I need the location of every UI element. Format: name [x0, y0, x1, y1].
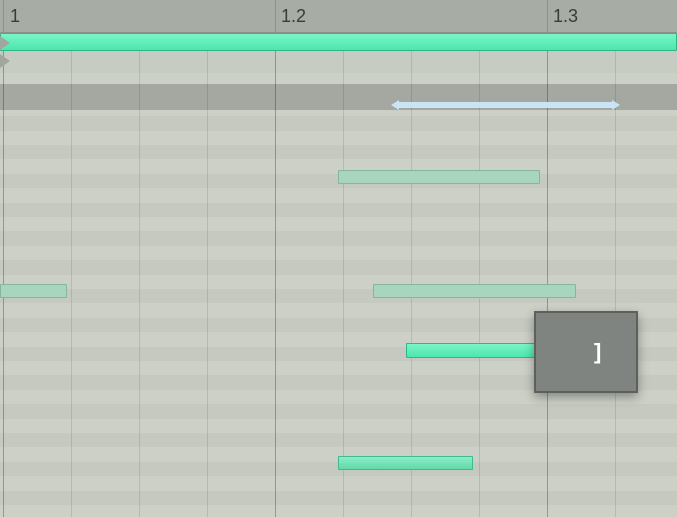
- midi-note-editor[interactable]: ] 1 1.2 1.3: [0, 0, 677, 517]
- loop-brace[interactable]: [399, 102, 612, 108]
- fold-marker-icon[interactable]: [0, 54, 10, 68]
- piano-row: [0, 145, 677, 159]
- midi-note[interactable]: [0, 284, 67, 298]
- piano-row: [0, 404, 677, 418]
- piano-row: [0, 476, 677, 490]
- bracket-end-icon: ]: [594, 341, 601, 363]
- midi-note[interactable]: [338, 170, 540, 184]
- grid-minor-line: [615, 0, 616, 517]
- grid-minor-line: [343, 0, 344, 517]
- ruler-label: 1.2: [281, 6, 306, 27]
- piano-row: [0, 231, 677, 245]
- piano-row: [0, 433, 677, 447]
- grid-minor-line: [411, 0, 412, 517]
- grid-major-line: [275, 0, 276, 517]
- grid-minor-line: [479, 0, 480, 517]
- piano-row: [0, 217, 677, 231]
- grid-major-line: [3, 0, 4, 517]
- piano-row: [0, 203, 677, 217]
- piano-row: [0, 188, 677, 202]
- piano-row: [0, 505, 677, 517]
- piano-row: [0, 116, 677, 130]
- fold-marker-icon[interactable]: [0, 36, 10, 50]
- piano-row: [0, 419, 677, 433]
- piano-row: [0, 491, 677, 505]
- midi-note[interactable]: [338, 456, 473, 470]
- midi-note[interactable]: [373, 284, 576, 298]
- ruler-tick: [3, 0, 4, 32]
- midi-note[interactable]: [0, 33, 677, 51]
- grid-minor-line: [207, 0, 208, 517]
- ruler-label: 1: [10, 6, 20, 27]
- piano-row: [0, 131, 677, 145]
- ruler-tick: [547, 0, 548, 32]
- grid-minor-line: [139, 0, 140, 517]
- grid-major-line: [547, 0, 548, 517]
- note-end-handle[interactable]: ]: [534, 311, 638, 393]
- timeline-ruler[interactable]: 1 1.2 1.3: [0, 0, 677, 33]
- piano-row: [0, 260, 677, 274]
- ruler-tick: [275, 0, 276, 32]
- ruler-label: 1.3: [553, 6, 578, 27]
- grid-minor-line: [71, 0, 72, 517]
- piano-row: [0, 246, 677, 260]
